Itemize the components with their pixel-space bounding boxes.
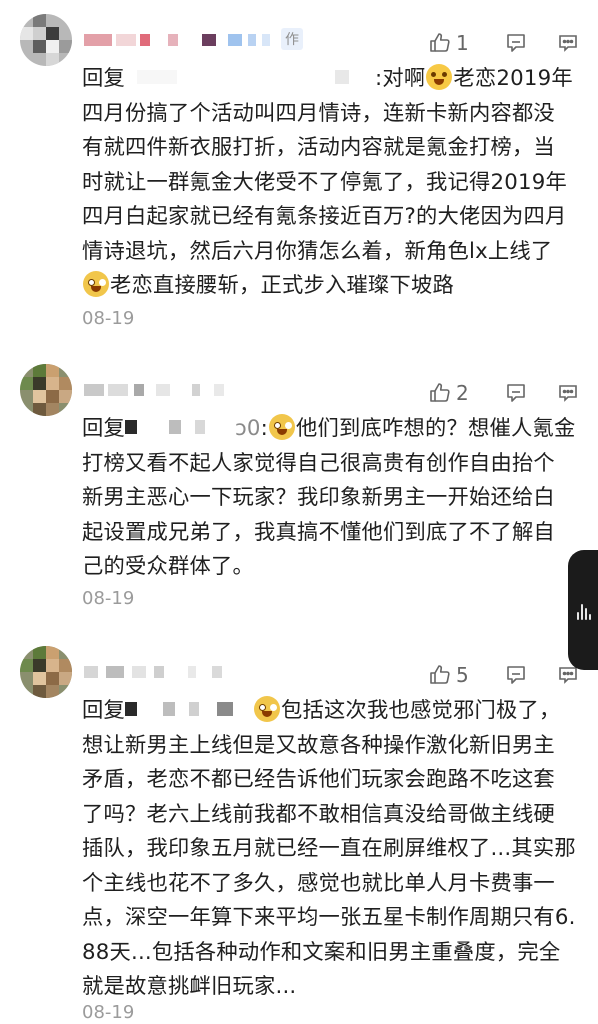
comment-3: 5 回复 包括这次我也感觉邪门极了，想让新男主上线但是又故意各种操作激化新旧男主矛… bbox=[0, 646, 598, 1024]
mentioned-username-masked[interactable] bbox=[125, 416, 235, 438]
comment-2: 2 回复 ɔ0: 他们到底咋想的？想催人氪金打榜又看不起人家觉得自己很高贵有创作自由… bbox=[0, 364, 598, 624]
thumb-up-icon bbox=[430, 33, 450, 52]
more-icon bbox=[559, 385, 577, 402]
username-masked[interactable] bbox=[84, 662, 324, 682]
avatar[interactable] bbox=[20, 646, 72, 698]
reply-prefix: 回复 bbox=[82, 698, 125, 723]
mentioned-username-masked[interactable] bbox=[125, 698, 253, 720]
more-button[interactable] bbox=[556, 378, 580, 408]
like-button[interactable]: 1 bbox=[428, 28, 476, 58]
comment-body: 老恋2019年四月份搞了个活动叫四月情诗，连新卡新内容都没有就四件新衣服打折，活… bbox=[82, 66, 573, 264]
grin-emoji-icon bbox=[426, 64, 453, 90]
like-count: 2 bbox=[456, 381, 469, 405]
comment-text: 回复 :对啊 老恋2019年四月份搞了个活动叫四月情诗，连新卡新内容都没有就四件新衣… bbox=[82, 62, 576, 304]
like-button[interactable]: 2 bbox=[428, 378, 476, 408]
voice-handle-icon bbox=[577, 602, 591, 620]
user-tag: 作 bbox=[281, 28, 303, 50]
mentioned-username-masked[interactable] bbox=[125, 66, 375, 88]
comment-actions: 5 bbox=[428, 660, 580, 690]
reply-button[interactable] bbox=[504, 28, 528, 58]
comment-actions: 1 bbox=[428, 28, 580, 58]
comment-body: 包括这次我也感觉邪门极了，想让新男主上线但是又故意各种操作激化新旧男主矛盾，老恋… bbox=[82, 698, 576, 999]
reply-opening: : bbox=[260, 416, 269, 441]
fear-emoji-icon bbox=[269, 414, 296, 440]
like-button[interactable]: 5 bbox=[428, 660, 476, 690]
comment-body-end: 老恋直接腰斩，正式步入璀璨下坡路 bbox=[110, 273, 454, 298]
fear-emoji-icon bbox=[254, 696, 280, 722]
comment-date: 08-19 bbox=[82, 588, 135, 609]
avatar[interactable] bbox=[20, 14, 72, 66]
comment-actions: 2 bbox=[428, 378, 580, 408]
reply-opening: :对啊 bbox=[375, 66, 426, 91]
comment-text: 回复 包括这次我也感觉邪门极了，想让新男主上线但是又故意各种操作激化新旧男主矛盾，… bbox=[82, 694, 576, 1005]
comment-body: 他们到底咋想的？想催人氪金打榜又看不起人家觉得自己很高贵有创作自由抬个新男主恶心… bbox=[82, 416, 576, 579]
more-button[interactable] bbox=[556, 28, 580, 58]
reply-button[interactable] bbox=[504, 378, 528, 408]
comment-text: 回复 ɔ0: 他们到底咋想的？想催人氪金打榜又看不起人家觉得自己很高贵有创作自由抬个… bbox=[82, 412, 576, 585]
reply-prefix: 回复 bbox=[82, 416, 125, 441]
more-icon bbox=[559, 35, 577, 52]
like-count: 1 bbox=[456, 31, 469, 55]
reply-button[interactable] bbox=[504, 660, 528, 690]
comment-date: 08-19 bbox=[82, 308, 135, 329]
floating-side-handle[interactable] bbox=[568, 550, 598, 670]
avatar[interactable] bbox=[20, 364, 72, 416]
username-masked[interactable] bbox=[84, 380, 324, 400]
comment-icon bbox=[507, 666, 525, 684]
fear-emoji-icon bbox=[83, 271, 109, 297]
comment-icon bbox=[507, 384, 525, 402]
like-count: 5 bbox=[456, 663, 469, 687]
comment-date: 08-19 bbox=[82, 1002, 135, 1023]
reply-prefix: 回复 bbox=[82, 66, 125, 91]
thumb-up-icon bbox=[430, 383, 450, 402]
mentioned-username-tail: ɔ0 bbox=[235, 416, 261, 441]
comment-icon bbox=[507, 34, 525, 52]
comment-1: 作 1 回复 :对啊 老恋2019年四月份搞了个活动叫四月情诗，连新卡新内容都没有就… bbox=[0, 14, 598, 344]
thumb-up-icon bbox=[430, 665, 450, 684]
